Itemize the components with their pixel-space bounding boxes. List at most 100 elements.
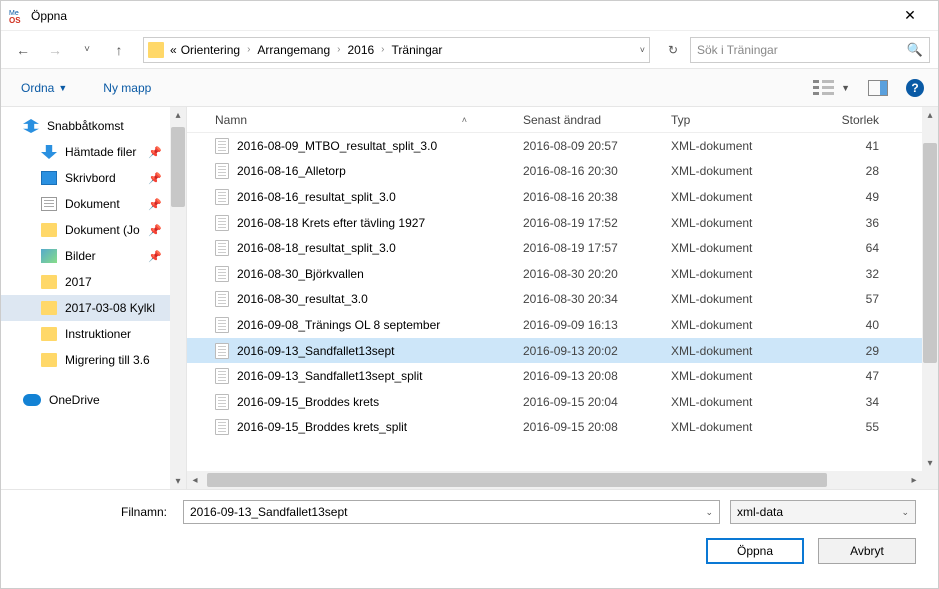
file-type: XML-dokument <box>663 139 807 153</box>
breadcrumb-root[interactable]: « <box>168 43 179 57</box>
filename-combobox[interactable]: ⌄ <box>183 500 720 524</box>
search-box[interactable]: 🔍 <box>690 37 930 63</box>
back-button[interactable]: ← <box>9 36 37 64</box>
sidebar-quick-access[interactable]: Snabbåtkomst <box>1 113 186 139</box>
file-size: 34 <box>807 395 887 409</box>
app-icon: MeOS <box>9 8 25 24</box>
up-button[interactable]: ↑ <box>105 36 133 64</box>
sidebar-item[interactable]: 2017 <box>1 269 186 295</box>
file-date: 2016-08-30 20:20 <box>515 267 663 281</box>
window-title: Öppna <box>31 9 67 23</box>
forward-button[interactable]: → <box>41 36 69 64</box>
sidebar-item[interactable]: Skrivbord 📌 <box>1 165 186 191</box>
breadcrumb[interactable]: « Orientering › Arrangemang › 2016 › Trä… <box>143 37 650 63</box>
filetype-select[interactable]: xml-data ⌄ <box>730 500 916 524</box>
organize-button[interactable]: Ordna ▼ <box>15 77 73 99</box>
sidebar-item[interactable]: Bilder 📌 <box>1 243 186 269</box>
scroll-up-icon[interactable]: ▴ <box>170 107 186 123</box>
file-date: 2016-09-13 20:02 <box>515 344 663 358</box>
help-button[interactable]: ? <box>906 79 924 97</box>
file-row[interactable]: 2016-08-18 Krets efter tävling 1927 2016… <box>187 210 938 236</box>
file-row[interactable]: 2016-08-16_Alletorp 2016-08-16 20:30 XML… <box>187 159 938 185</box>
recent-locations-button[interactable]: ˅ <box>73 36 101 64</box>
filename-input[interactable] <box>190 505 705 519</box>
scroll-corner <box>922 471 938 489</box>
sidebar-item[interactable]: Hämtade filer 📌 <box>1 139 186 165</box>
file-row[interactable]: 2016-09-13_Sandfallet13sept_split 2016-0… <box>187 363 938 389</box>
file-list-scrollbar-horizontal[interactable]: ◂ ▸ <box>187 471 922 489</box>
scroll-thumb[interactable] <box>923 143 937 363</box>
file-row[interactable]: 2016-08-30_Björkvallen 2016-08-30 20:20 … <box>187 261 938 287</box>
scroll-down-icon[interactable]: ▾ <box>922 455 938 471</box>
file-row[interactable]: 2016-08-30_resultat_3.0 2016-08-30 20:34… <box>187 287 938 313</box>
quick-access-icon <box>23 119 39 133</box>
file-icon <box>215 343 229 359</box>
scroll-up-icon[interactable]: ▴ <box>922 107 938 123</box>
file-date: 2016-09-15 20:04 <box>515 395 663 409</box>
file-row[interactable]: 2016-08-09_MTBO_resultat_split_3.0 2016-… <box>187 133 938 159</box>
chevron-down-icon: ⌄ <box>901 507 909 518</box>
sidebar-item-label: Bilder <box>65 249 96 263</box>
breadcrumb-item[interactable]: Arrangemang <box>255 43 332 57</box>
chevron-down-icon[interactable]: ⌄ <box>705 507 713 518</box>
column-headers: Namn ˄ Senast ändrad Typ Storlek <box>187 107 938 133</box>
search-input[interactable] <box>697 43 907 57</box>
organize-label: Ordna <box>21 81 54 95</box>
file-name: 2016-08-16_Alletorp <box>237 164 346 178</box>
sidebar-item[interactable]: Dokument 📌 <box>1 191 186 217</box>
column-type[interactable]: Typ <box>663 113 807 127</box>
filename-label: Filnamn: <box>23 505 173 519</box>
sidebar: Snabbåtkomst Hämtade filer 📌 Skrivbord 📌… <box>1 107 187 489</box>
file-row[interactable]: 2016-09-15_Broddes krets 2016-09-15 20:0… <box>187 389 938 415</box>
folder-icon <box>41 327 57 341</box>
file-row[interactable]: 2016-09-15_Broddes krets_split 2016-09-1… <box>187 415 938 441</box>
file-size: 40 <box>807 318 887 332</box>
cloud-icon <box>23 394 41 406</box>
sidebar-item-label: Dokument (Jo <box>65 223 140 237</box>
sidebar-item[interactable]: Migrering till 3.6 <box>1 347 186 373</box>
file-type: XML-dokument <box>663 395 807 409</box>
scroll-right-icon[interactable]: ▸ <box>906 475 922 486</box>
scroll-down-icon[interactable]: ▾ <box>170 473 186 489</box>
file-size: 28 <box>807 164 887 178</box>
preview-pane-button[interactable] <box>868 80 888 96</box>
sidebar-scrollbar[interactable]: ▴ ▾ <box>170 107 186 489</box>
sidebar-item[interactable]: Instruktioner <box>1 321 186 347</box>
file-row[interactable]: 2016-09-08_Tränings OL 8 september 2016-… <box>187 312 938 338</box>
column-name[interactable]: Namn ˄ <box>187 113 515 127</box>
list-view-icon <box>813 80 835 96</box>
file-row[interactable]: 2016-08-18_resultat_split_3.0 2016-08-19… <box>187 235 938 261</box>
file-name: 2016-08-30_resultat_3.0 <box>237 292 368 306</box>
close-button[interactable]: ✕ <box>890 2 930 30</box>
sidebar-item[interactable]: Dokument (Jo 📌 <box>1 217 186 243</box>
scroll-thumb[interactable] <box>171 127 185 207</box>
cancel-button[interactable]: Avbryt <box>818 538 916 564</box>
breadcrumb-item[interactable]: 2016 <box>345 43 376 57</box>
breadcrumb-dropdown[interactable]: ˅ <box>640 45 645 55</box>
refresh-button[interactable]: ↻ <box>660 37 686 63</box>
sidebar-item[interactable]: 2017-03-08 Kylkl <box>1 295 186 321</box>
search-icon: 🔍 <box>907 42 923 58</box>
file-date: 2016-09-15 20:08 <box>515 420 663 434</box>
view-options-button[interactable]: ▼ <box>813 80 850 96</box>
sidebar-item-label: 2017-03-08 Kylkl <box>65 301 155 315</box>
scroll-left-icon[interactable]: ◂ <box>187 475 203 486</box>
new-folder-button[interactable]: Ny mapp <box>97 77 157 99</box>
file-type: XML-dokument <box>663 292 807 306</box>
file-row[interactable]: 2016-08-16_resultat_split_3.0 2016-08-16… <box>187 184 938 210</box>
breadcrumb-item[interactable]: Orientering <box>179 43 242 57</box>
desktop-icon <box>41 171 57 185</box>
column-date[interactable]: Senast ändrad <box>515 113 663 127</box>
column-size[interactable]: Storlek <box>807 113 887 127</box>
breadcrumb-item[interactable]: Träningar <box>390 43 445 57</box>
pin-icon: 📌 <box>148 198 162 211</box>
scroll-thumb[interactable] <box>207 473 827 487</box>
nav-bar: ← → ˅ ↑ « Orientering › Arrangemang › 20… <box>1 31 938 69</box>
sidebar-onedrive[interactable]: OneDrive <box>1 387 186 413</box>
open-button[interactable]: Öppna <box>706 538 804 564</box>
file-name: 2016-08-16_resultat_split_3.0 <box>237 190 396 204</box>
file-icon <box>215 368 229 384</box>
file-row[interactable]: 2016-09-13_Sandfallet13sept 2016-09-13 2… <box>187 338 938 364</box>
file-list-scrollbar-vertical[interactable]: ▴ ▾ <box>922 107 938 471</box>
file-date: 2016-08-09 20:57 <box>515 139 663 153</box>
